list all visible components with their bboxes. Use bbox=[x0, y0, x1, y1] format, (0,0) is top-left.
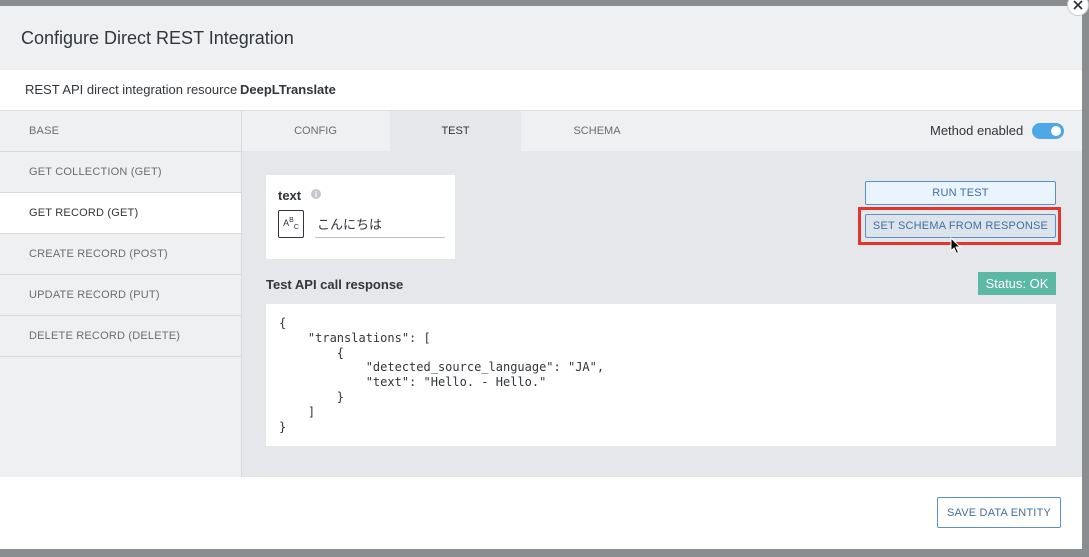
mouse-cursor-icon bbox=[950, 237, 962, 255]
response-label: Test API call response bbox=[266, 277, 404, 292]
sidebar-item-get-collection[interactable]: GET COLLECTION (GET) bbox=[0, 152, 241, 193]
resource-name: DeepLTranslate bbox=[240, 82, 336, 97]
save-data-entity-button[interactable]: SAVE DATA ENTITY bbox=[937, 497, 1061, 528]
method-enabled-label: Method enabled bbox=[930, 123, 1024, 138]
info-icon[interactable]: i bbox=[311, 189, 321, 199]
close-button[interactable] bbox=[1067, 0, 1089, 16]
sidebar-item-label: BASE bbox=[29, 125, 60, 137]
tab-config[interactable]: CONFIG bbox=[242, 111, 389, 151]
tab-bar: CONFIG TEST SCHEMA Method enabled bbox=[242, 111, 1082, 151]
status-badge: Status: OK bbox=[978, 272, 1056, 295]
dialog-header: Configure Direct REST Integration bbox=[0, 6, 1082, 70]
tab-test[interactable]: TEST bbox=[390, 111, 521, 151]
test-panel: CONFIG TEST SCHEMA Method enabled text i… bbox=[242, 111, 1082, 477]
sidebar-item-label: GET RECORD (GET) bbox=[29, 207, 139, 219]
sidebar-item-get-record[interactable]: GET RECORD (GET) bbox=[0, 193, 241, 234]
dialog-footer: SAVE DATA ENTITY bbox=[0, 477, 1082, 549]
dialog-title: Configure Direct REST Integration bbox=[21, 28, 294, 48]
response-body: { "translations": [ { "detected_source_l… bbox=[266, 304, 1056, 446]
sidebar-item-label: DELETE RECORD (DELETE) bbox=[29, 330, 181, 342]
sidebar-item-base[interactable]: BASE bbox=[0, 111, 241, 152]
method-enabled-toggle[interactable] bbox=[1032, 123, 1064, 139]
sidebar-item-label: GET COLLECTION (GET) bbox=[29, 166, 162, 178]
sidebar-item-label: UPDATE RECORD (PUT) bbox=[29, 289, 160, 301]
sidebar: BASE GET COLLECTION (GET) GET RECORD (GE… bbox=[0, 111, 242, 477]
param-card: text i ABC bbox=[266, 175, 455, 259]
text-param-input[interactable] bbox=[315, 209, 445, 238]
sidebar-item-update-record[interactable]: UPDATE RECORD (PUT) bbox=[0, 275, 241, 316]
param-name: text bbox=[278, 188, 302, 203]
configure-dialog: Configure Direct REST Integration REST A… bbox=[0, 6, 1082, 549]
tab-schema[interactable]: SCHEMA bbox=[522, 111, 672, 151]
sidebar-item-label: CREATE RECORD (POST) bbox=[29, 248, 168, 260]
run-test-button[interactable]: RUN TEST bbox=[865, 181, 1056, 205]
response-json: { "translations": [ { "detected_source_l… bbox=[279, 316, 605, 434]
resource-label: REST API direct integration resource bbox=[25, 82, 238, 97]
close-icon bbox=[1073, 0, 1083, 10]
sidebar-item-delete-record[interactable]: DELETE RECORD (DELETE) bbox=[0, 316, 241, 357]
text-type-icon: ABC bbox=[278, 210, 304, 238]
toggle-knob bbox=[1051, 126, 1061, 136]
set-schema-from-response-button[interactable]: SET SCHEMA FROM RESPONSE bbox=[865, 214, 1056, 238]
sidebar-item-create-record[interactable]: CREATE RECORD (POST) bbox=[0, 234, 241, 275]
resource-bar: REST API direct integration resource Dee… bbox=[0, 70, 1082, 111]
